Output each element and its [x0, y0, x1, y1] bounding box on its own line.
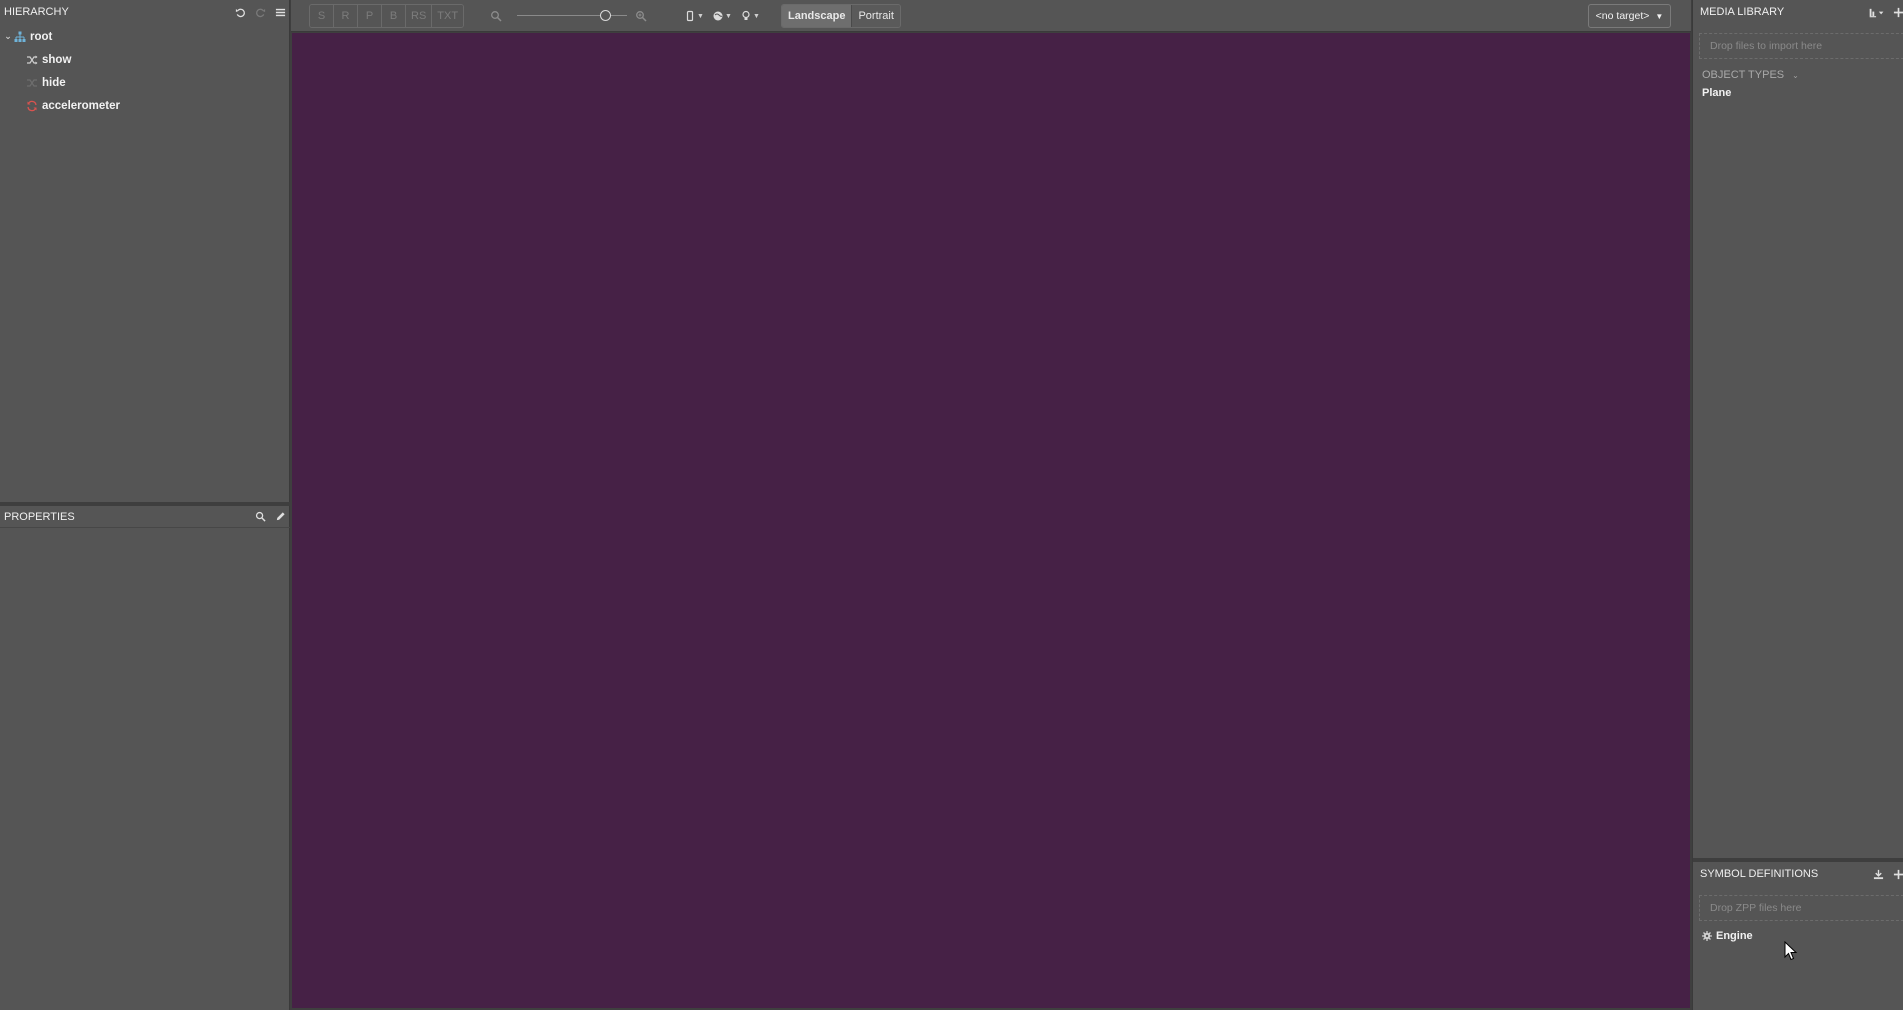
refresh-icon — [25, 99, 38, 112]
caret-down-icon: ▼ — [725, 12, 732, 20]
media-drop-zone[interactable]: Drop files to import here — [1699, 33, 1903, 59]
undo-icon[interactable] — [234, 6, 246, 18]
device-dropdown[interactable]: ▼ — [684, 9, 704, 23]
zoom-out-icon[interactable] — [490, 10, 502, 22]
editor-area: S R P B RS TXT ▼ ▼ ▼ Landscape Portrait … — [291, 0, 1691, 1010]
mode-button-txt[interactable]: TXT — [432, 5, 464, 27]
media-library-panel: MEDIA LIBRARY Drop files to import here … — [1693, 0, 1903, 858]
portrait-button[interactable]: Portrait — [852, 5, 900, 27]
tree-item-label: hide — [42, 76, 66, 89]
tree-item-show[interactable]: show — [0, 48, 290, 71]
zoom-slider-handle[interactable] — [599, 10, 611, 21]
symbol-definitions-header: SYMBOL DEFINITIONS — [1693, 862, 1903, 886]
properties-panel: PROPERTIES — [0, 506, 290, 1010]
tree-item-label: root — [30, 30, 53, 43]
hierarchy-tree: ⌄ root show hide accelerometer — [0, 24, 290, 117]
transform-mode-group: S R P B RS TXT — [309, 4, 465, 28]
properties-title: PROPERTIES — [4, 510, 75, 523]
chevron-down-icon[interactable]: ⌄ — [3, 31, 13, 42]
tree-item-root[interactable]: ⌄ root — [0, 25, 290, 48]
right-column: MEDIA LIBRARY Drop files to import here … — [1692, 0, 1903, 1010]
caret-down-icon: ▼ — [697, 12, 704, 20]
object-types-section[interactable]: OBJECT TYPES ⌄ — [1702, 69, 1903, 81]
lightbulb-dropdown[interactable]: ▼ — [740, 9, 760, 23]
object-types-label: OBJECT TYPES — [1702, 69, 1785, 81]
mode-button-r[interactable]: R — [334, 5, 358, 27]
media-library-header: MEDIA LIBRARY — [1693, 0, 1903, 24]
symbol-item-label: Engine — [1716, 930, 1753, 942]
globe-icon — [713, 11, 723, 21]
symbol-item-engine[interactable]: Engine — [1702, 930, 1903, 942]
gear-icon — [1702, 931, 1712, 941]
hide-icon — [25, 76, 38, 89]
tree-item-label: accelerometer — [42, 99, 120, 112]
caret-down-icon: ▼ — [753, 12, 760, 20]
hierarchy-panel: HIERARCHY ⌄ root show hide accelerometer — [0, 0, 290, 502]
chevron-down-icon: ⌄ — [1792, 70, 1799, 80]
zoom-in-icon[interactable] — [635, 10, 647, 22]
tree-item-label: show — [42, 53, 72, 66]
drop-zone-hint: Drop files to import here — [1710, 40, 1823, 52]
hierarchy-icon — [13, 30, 26, 43]
shuffle-icon — [25, 53, 38, 66]
landscape-button[interactable]: Landscape — [782, 5, 853, 27]
mouse-cursor-icon — [1784, 941, 1798, 961]
redo-icon[interactable] — [254, 6, 266, 18]
mode-button-b[interactable]: B — [382, 5, 406, 27]
hierarchy-title: HIERARCHY — [4, 6, 69, 18]
pencil-icon[interactable] — [274, 511, 286, 523]
editor-toolbar: S R P B RS TXT ▼ ▼ ▼ Landscape Portrait … — [291, 0, 1691, 32]
globe-dropdown[interactable]: ▼ — [712, 9, 732, 23]
symbol-definitions-title: SYMBOL DEFINITIONS — [1700, 868, 1819, 880]
mode-button-s[interactable]: S — [310, 5, 334, 27]
add-icon[interactable] — [1892, 6, 1903, 18]
menu-icon[interactable] — [274, 6, 286, 18]
orientation-group: Landscape Portrait — [781, 4, 901, 28]
caret-down-icon: ▼ — [1655, 11, 1664, 21]
import-options-icon[interactable] — [1868, 6, 1886, 18]
add-icon[interactable] — [1892, 868, 1903, 880]
tree-item-accelerometer[interactable]: accelerometer — [0, 94, 290, 117]
drop-zone-hint: Drop ZPP files here — [1710, 902, 1802, 914]
target-dropdown[interactable]: <no target> ▼ — [1588, 4, 1671, 28]
symbol-definitions-panel: SYMBOL DEFINITIONS Drop ZPP files here E… — [1693, 862, 1903, 1010]
target-value: <no target> — [1595, 10, 1650, 22]
scene-viewport[interactable] — [292, 33, 1690, 1008]
properties-header: PROPERTIES — [0, 506, 290, 528]
zpp-drop-zone[interactable]: Drop ZPP files here — [1699, 895, 1903, 921]
zoom-slider-track[interactable] — [517, 15, 627, 16]
download-icon[interactable] — [1872, 868, 1884, 880]
object-type-item[interactable]: Plane — [1702, 87, 1903, 99]
hierarchy-header: HIERARCHY — [0, 0, 290, 24]
tree-item-hide[interactable]: hide — [0, 71, 290, 94]
mode-button-rs[interactable]: RS — [406, 5, 433, 27]
media-library-title: MEDIA LIBRARY — [1700, 6, 1785, 18]
search-icon[interactable] — [254, 511, 266, 523]
mode-button-p[interactable]: P — [358, 5, 382, 27]
lightbulb-icon — [742, 10, 750, 20]
device-icon — [686, 10, 694, 22]
left-column: HIERARCHY ⌄ root show hide accelerometer… — [0, 0, 290, 1010]
